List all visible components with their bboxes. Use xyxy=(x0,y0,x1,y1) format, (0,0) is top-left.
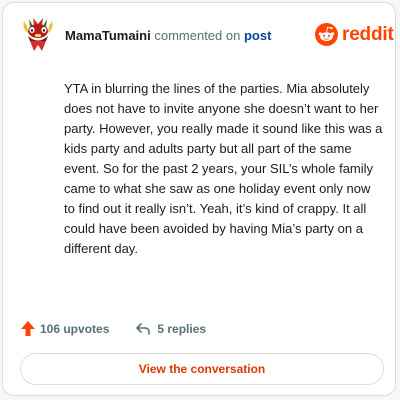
reddit-logo-icon xyxy=(315,23,338,46)
user-avatar-icon[interactable] xyxy=(20,17,56,53)
reddit-brand[interactable]: reddit xyxy=(315,23,394,46)
replies-stat[interactable]: 5 replies xyxy=(135,322,206,336)
comment-body: YTA in blurring the lines of the parties… xyxy=(64,81,383,256)
upvote-arrow-icon xyxy=(21,321,35,336)
upvotes-count: 106 upvotes xyxy=(40,321,110,336)
reply-arrow-icon xyxy=(136,322,151,335)
comment-action-text: commented on xyxy=(154,28,241,43)
reddit-wordmark: reddit xyxy=(342,24,394,45)
replies-count: 5 replies xyxy=(157,321,207,336)
comment-card: MamaTumaini commented on post reddit YTA… xyxy=(2,2,396,396)
upvotes-stat[interactable]: 106 upvotes xyxy=(20,320,109,337)
comment-header: MamaTumaini commented on post xyxy=(65,28,271,44)
author-username[interactable]: MamaTumaini xyxy=(65,28,151,43)
comment-stats: 106 upvotes 5 replies xyxy=(20,320,206,337)
post-link[interactable]: post xyxy=(244,28,271,43)
view-conversation-button[interactable]: View the conversation xyxy=(20,353,384,385)
